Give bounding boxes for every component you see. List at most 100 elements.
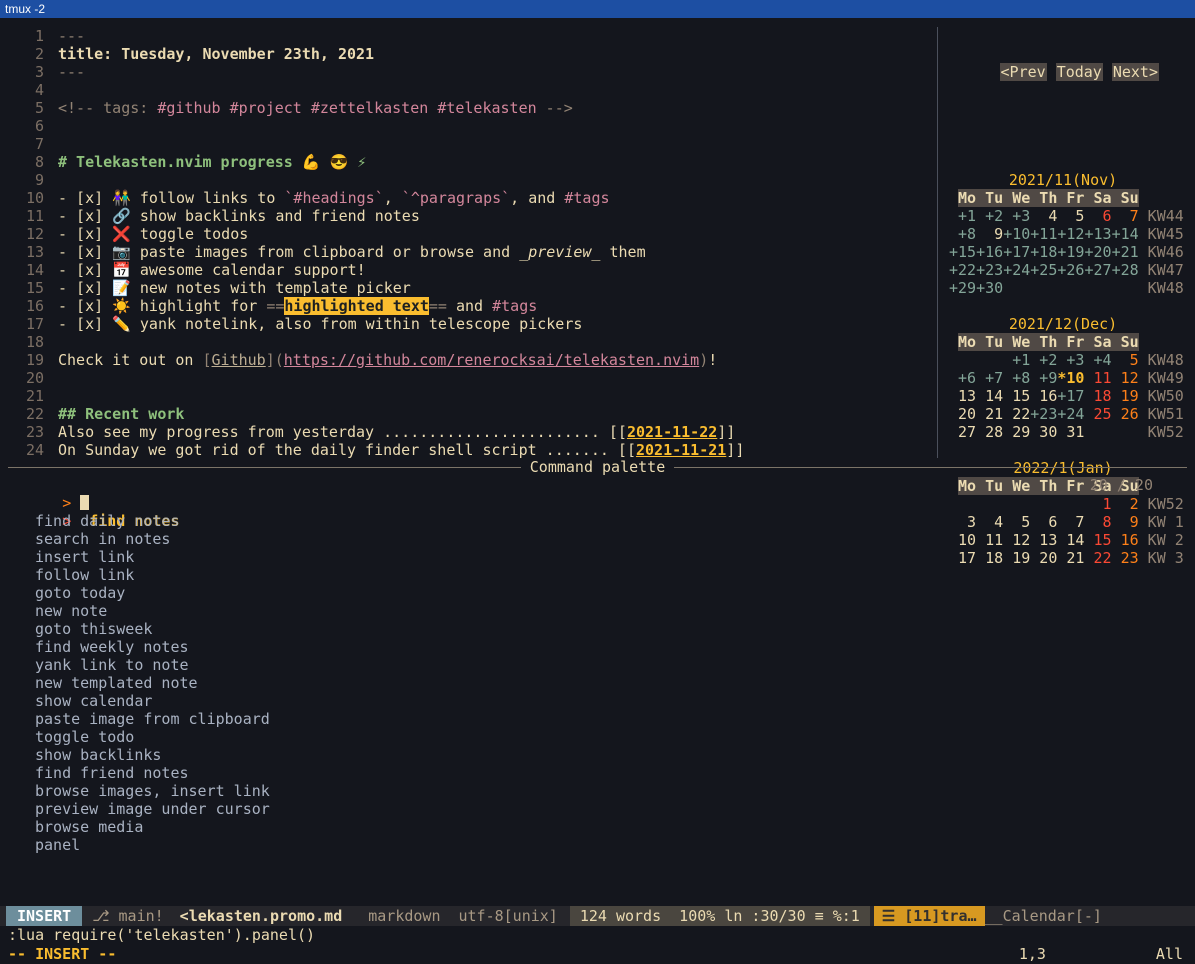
editor-line[interactable]: 5<!-- tags: #github #project #zettelkast… [8, 99, 937, 117]
calendar-day[interactable]: +22 [949, 261, 976, 279]
calendar-day[interactable]: +4 [1084, 351, 1111, 369]
palette-item[interactable]: goto today [8, 584, 1187, 602]
calendar-day[interactable]: +28 [1112, 261, 1139, 279]
text-segment[interactable]: `^paragraps` [402, 189, 510, 207]
calendar-day[interactable]: +12 [1057, 225, 1084, 243]
calendar-day[interactable]: 28 [976, 423, 1003, 441]
editor-line[interactable]: 7 [8, 135, 937, 153]
calendar-day[interactable]: 16 [1030, 387, 1057, 405]
calendar-day[interactable]: +21 [1112, 243, 1139, 261]
editor-line[interactable]: 6 [8, 117, 937, 135]
editor-line[interactable]: 12- [x] ❌ toggle todos [8, 225, 937, 243]
calendar-day[interactable]: 30 [1030, 423, 1057, 441]
calendar-day[interactable]: 25 [1084, 405, 1111, 423]
calendar-day[interactable]: 5 [1112, 351, 1139, 369]
palette-item[interactable]: preview image under cursor [8, 800, 1187, 818]
calendar-day[interactable]: 31 [1057, 423, 1084, 441]
editor-line[interactable]: 17- [x] ✏️ yank notelink, also from with… [8, 315, 937, 333]
calendar-day[interactable]: 14 [976, 387, 1003, 405]
calendar-day[interactable]: +11 [1030, 225, 1057, 243]
next-button[interactable]: Next> [1112, 63, 1159, 81]
palette-item[interactable]: show backlinks [8, 746, 1187, 764]
command-line[interactable]: :lua require('telekasten').panel() [0, 926, 1195, 944]
palette-item[interactable]: new templated note [8, 674, 1187, 692]
link[interactable]: https://github.com/renerocksai/telekaste… [284, 351, 699, 369]
editor-line[interactable]: 10- [x] 👫 follow links to `#headings`, `… [8, 189, 937, 207]
editor-line[interactable]: 16- [x] ☀️ highlight for ==highlighted t… [8, 297, 937, 315]
calendar-day[interactable]: +19 [1057, 243, 1084, 261]
calendar-day[interactable]: +8 [1003, 369, 1030, 387]
editor-line[interactable]: 19Check it out on [Github](https://githu… [8, 351, 937, 369]
editor-lines[interactable]: 1---2title: Tuesday, November 23th, 2021… [0, 27, 937, 458]
text-segment[interactable]: `#headings` [284, 189, 383, 207]
calendar-day[interactable]: +8 [949, 225, 976, 243]
palette-item-selected[interactable]: >find notes [8, 494, 1187, 512]
calendar-day[interactable]: 22 [1003, 405, 1030, 423]
calendar-day[interactable]: +15 [949, 243, 976, 261]
palette-item[interactable]: search in notes [8, 530, 1187, 548]
editor-line[interactable]: 15- [x] 📝 new notes with template picker [8, 279, 937, 297]
calendar-day[interactable]: +1 [1003, 351, 1030, 369]
link[interactable]: Github [212, 351, 266, 369]
editor-line[interactable]: 24On Sunday we got rid of the daily find… [8, 441, 937, 458]
calendar-day[interactable]: +30 [976, 279, 1003, 297]
editor-line[interactable]: 20 [8, 369, 937, 387]
editor-line[interactable]: 8# Telekasten.nvim progress 💪 😎 ⚡ [8, 153, 937, 171]
editor-line[interactable]: 1--- [8, 27, 937, 45]
palette-item[interactable]: yank link to note [8, 656, 1187, 674]
text-segment[interactable]: #telekasten [437, 99, 536, 117]
editor-line[interactable]: 9 [8, 171, 937, 189]
text-segment[interactable]: #tags [564, 189, 609, 207]
calendar-day[interactable]: *10 [1057, 369, 1084, 387]
editor-line[interactable]: 14- [x] 📅 awesome calendar support! [8, 261, 937, 279]
calendar-day[interactable]: +14 [1112, 225, 1139, 243]
calendar-day[interactable]: +10 [1003, 225, 1030, 243]
calendar-day[interactable]: 21 [976, 405, 1003, 423]
palette-item[interactable]: toggle todo [8, 728, 1187, 746]
calendar-day[interactable]: 6 [1084, 207, 1111, 225]
calendar-day[interactable]: +17 [1057, 387, 1084, 405]
calendar-day[interactable]: +3 [1057, 351, 1084, 369]
palette-item[interactable]: browse images, insert link [8, 782, 1187, 800]
calendar-day[interactable]: 13 [949, 387, 976, 405]
calendar-day[interactable]: +2 [1030, 351, 1057, 369]
calendar-day[interactable]: 11 [1084, 369, 1111, 387]
calendar-day[interactable]: 12 [1112, 369, 1139, 387]
calendar-day[interactable]: +6 [949, 369, 976, 387]
text-segment[interactable]: #zettelkasten [311, 99, 428, 117]
calendar-day[interactable]: +24 [1057, 405, 1084, 423]
palette-item[interactable]: follow link [8, 566, 1187, 584]
palette-item[interactable]: find weekly notes [8, 638, 1187, 656]
calendar-day[interactable]: +9 [1030, 369, 1057, 387]
today-button[interactable]: Today [1056, 63, 1103, 81]
palette-item[interactable]: browse media [8, 818, 1187, 836]
editor-line[interactable]: 22## Recent work [8, 405, 937, 423]
calendar-day[interactable]: +26 [1057, 261, 1084, 279]
palette-item[interactable]: new note [8, 602, 1187, 620]
editor-line[interactable]: 13- [x] 📷 paste images from clipboard or… [8, 243, 937, 261]
palette-item[interactable]: paste image from clipboard [8, 710, 1187, 728]
text-segment[interactable]: #project [230, 99, 302, 117]
calendar-day[interactable]: 7 [1112, 207, 1139, 225]
text-segment[interactable]: #github [157, 99, 220, 117]
note-link[interactable]: 2021-11-22 [627, 423, 717, 441]
calendar-day[interactable]: +27 [1084, 261, 1111, 279]
editor-line[interactable]: 21 [8, 387, 937, 405]
text-segment[interactable]: #tags [492, 297, 537, 315]
palette-item[interactable]: panel [8, 836, 1187, 854]
calendar-day[interactable]: +23 [1030, 405, 1057, 423]
note-link[interactable]: 2021-11-21 [636, 441, 726, 458]
calendar-day[interactable]: 9 [976, 225, 1003, 243]
calendar-day[interactable]: +20 [1084, 243, 1111, 261]
editor-line[interactable]: 18 [8, 333, 937, 351]
editor-line[interactable]: 3--- [8, 63, 937, 81]
editor-line[interactable]: 2title: Tuesday, November 23th, 2021 [8, 45, 937, 63]
prev-button[interactable]: <Prev [1000, 63, 1047, 81]
calendar-day[interactable]: +24 [1003, 261, 1030, 279]
editor-line[interactable]: 23Also see my progress from yesterday ..… [8, 423, 937, 441]
calendar-day[interactable]: 18 [1084, 387, 1111, 405]
calendar-day[interactable]: 29 [1003, 423, 1030, 441]
calendar-day[interactable]: 15 [1003, 387, 1030, 405]
calendar-day[interactable]: +29 [949, 279, 976, 297]
calendar-day[interactable]: 4 [1030, 207, 1057, 225]
